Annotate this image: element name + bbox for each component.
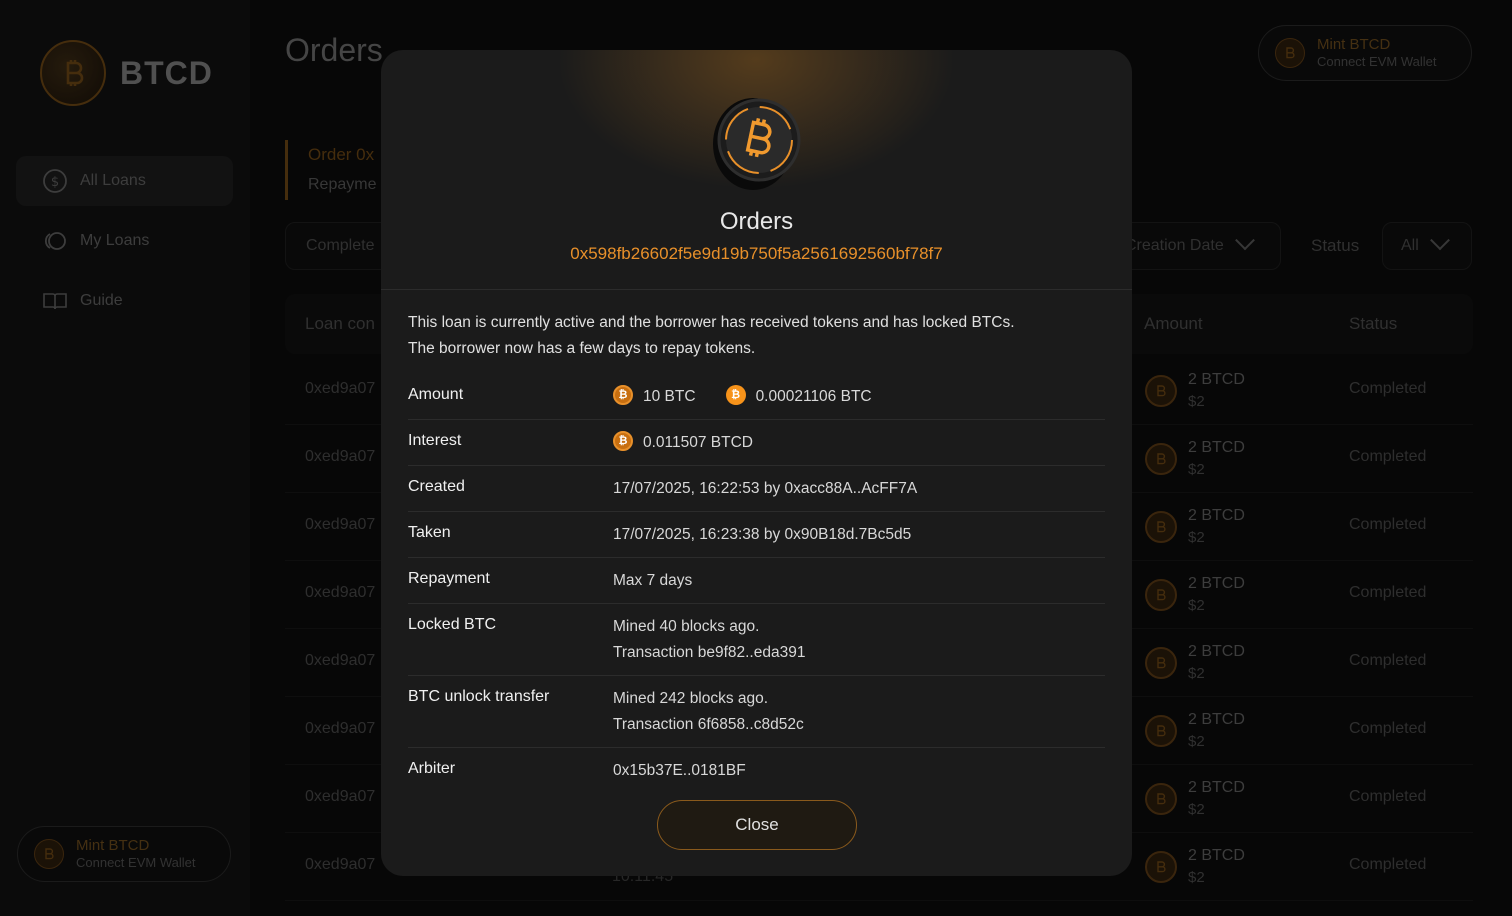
btcd-coin-icon: ₿ [613, 384, 633, 405]
locked-btc-mined: Mined 40 blocks ago. [613, 618, 760, 635]
interest-amount: 0.011507 BTCD [643, 434, 753, 451]
detail-label: Interest [408, 432, 462, 449]
unlock-value: Mined 242 blocks ago. Transaction 6f6858… [613, 686, 804, 738]
detail-label: Amount [408, 386, 464, 403]
unlock-transaction-link[interactable]: Transaction 6f6858..c8d52c [613, 712, 804, 738]
modal-header: Orders 0x598fb26602f5e9d19b750f5a2561692… [381, 50, 1132, 290]
repayment-value: Max 7 days [613, 572, 693, 589]
taken-value: 17/07/2025, 16:23:38 by 0x90B18d.7Bc5d5 [613, 526, 912, 543]
btcd-coin-icon [711, 92, 801, 192]
locked-btc-value: Mined 40 blocks ago. Transaction be9f82.… [613, 614, 805, 666]
detail-row-taken: Taken 17/07/2025, 16:23:38 by 0x90B18d.7… [408, 512, 1105, 558]
unlock-mined: Mined 242 blocks ago. [613, 690, 769, 707]
btc-coin-icon: ₿ [725, 384, 746, 405]
detail-row-arbiter: Arbiter 0x15b37E..0181BF [408, 748, 1105, 794]
detail-row-btc-unlock: BTC unlock transfer Mined 242 blocks ago… [408, 676, 1105, 748]
detail-row-repayment: Repayment Max 7 days [408, 558, 1105, 604]
detail-label: Locked BTC [408, 616, 497, 633]
loan-status-description: This loan is currently active and the bo… [408, 310, 1108, 362]
created-value: 17/07/2025, 16:22:53 by 0xacc88A..AcFF7A [613, 480, 918, 497]
detail-row-created: Created 17/07/2025, 16:22:53 by 0xacc88A… [408, 466, 1105, 512]
order-details-modal: Orders 0x598fb26602f5e9d19b750f5a2561692… [381, 50, 1132, 876]
detail-row-locked-btc: Locked BTC Mined 40 blocks ago. Transact… [408, 604, 1105, 676]
amount-btc: 10 BTC [643, 388, 696, 405]
amount-value: ₿ 10 BTC ₿ 0.00021106 BTC [613, 384, 872, 410]
arbiter-value[interactable]: 0x15b37E..0181BF [613, 758, 746, 784]
modal-title: Orders [719, 208, 794, 235]
description-line: This loan is currently active and the bo… [408, 314, 1015, 331]
btcd-coin-icon: ₿ [613, 430, 633, 451]
locked-btc-transaction-link[interactable]: Transaction be9f82..eda391 [613, 640, 805, 666]
detail-label: Repayment [408, 570, 490, 587]
description-line: The borrower now has a few days to repay… [408, 340, 756, 357]
detail-label: Arbiter [408, 760, 456, 777]
amount-btc-collateral: 0.00021106 BTC [755, 388, 872, 405]
detail-label: BTC unlock transfer [408, 688, 550, 705]
detail-label: Taken [408, 524, 451, 541]
close-button[interactable]: Close [657, 800, 857, 850]
order-hash-link[interactable]: 0x598fb26602f5e9d19b750f5a2561692560bf78… [381, 244, 1132, 264]
detail-row-interest: Interest ₿ 0.011507 BTCD [408, 420, 1105, 466]
detail-label: Created [408, 478, 465, 495]
detail-row-amount: Amount ₿ 10 BTC ₿ 0.00021106 BTC [408, 374, 1105, 420]
interest-value: ₿ 0.011507 BTCD [613, 430, 753, 456]
